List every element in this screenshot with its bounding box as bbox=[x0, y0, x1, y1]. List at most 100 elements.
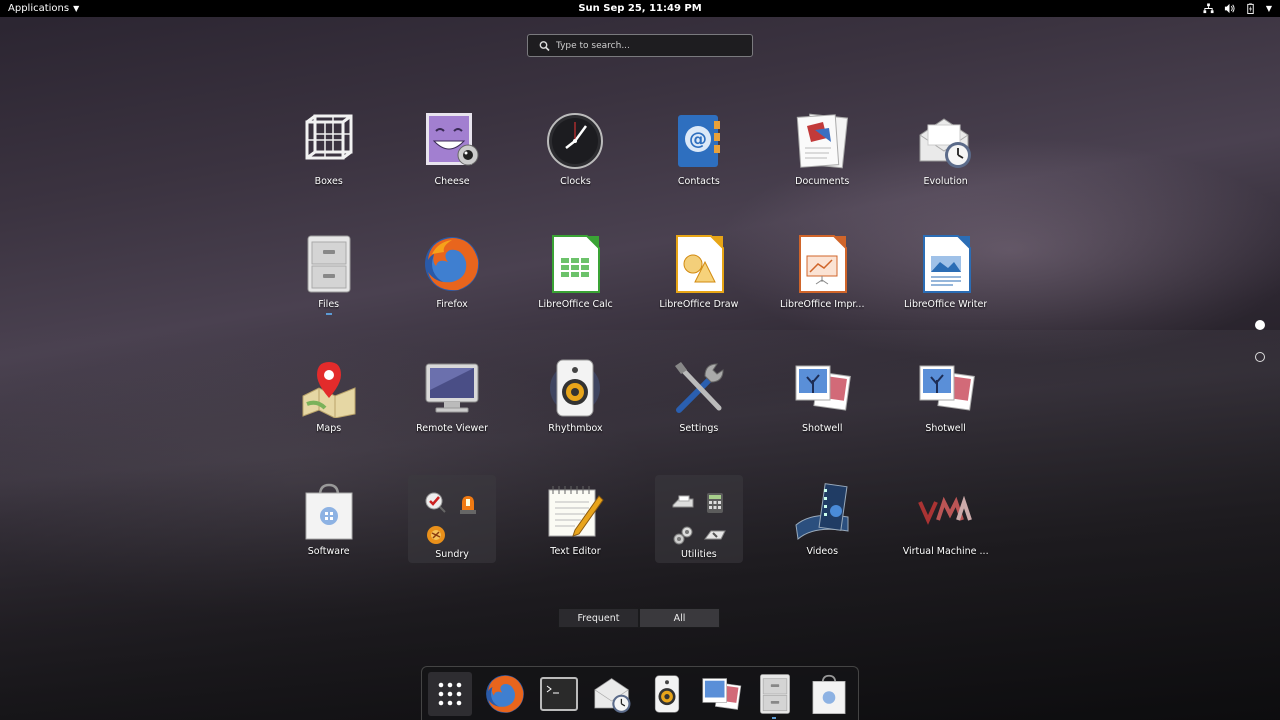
contacts-icon: @ bbox=[677, 115, 720, 167]
dock-rhythmbox[interactable] bbox=[642, 669, 692, 719]
app-software[interactable]: Software bbox=[267, 475, 390, 598]
files-icon bbox=[307, 235, 351, 293]
calculator-icon bbox=[706, 493, 723, 514]
clock[interactable]: Sun Sep 25, 11:49 PM bbox=[0, 0, 1280, 17]
battery-icon bbox=[1247, 3, 1254, 14]
app-label: Shotwell bbox=[802, 422, 843, 434]
videos-icon bbox=[795, 483, 849, 541]
app-folder-utilities[interactable]: Utilities bbox=[637, 475, 760, 598]
app-settings[interactable]: Settings bbox=[637, 352, 760, 475]
app-rhythmbox[interactable]: Rhythmbox bbox=[514, 352, 637, 475]
app-boxes[interactable]: Boxes bbox=[267, 105, 390, 228]
app-label: LibreOffice Writer bbox=[904, 299, 988, 311]
evolution-icon bbox=[919, 118, 971, 168]
documents-icon bbox=[797, 113, 849, 169]
dock-firefox[interactable] bbox=[480, 669, 530, 719]
dock-evolution[interactable] bbox=[588, 669, 638, 719]
app-maps[interactable]: Maps bbox=[267, 352, 390, 475]
volume-icon bbox=[1224, 3, 1235, 14]
software-icon bbox=[812, 674, 846, 714]
page-indicator bbox=[1255, 320, 1265, 362]
app-cheese[interactable]: Cheese bbox=[390, 105, 513, 228]
tasks-icon bbox=[425, 492, 446, 513]
app-label: LibreOffice Impr... bbox=[780, 299, 865, 311]
alarm-icon bbox=[460, 496, 477, 515]
dock-shotwell[interactable] bbox=[696, 669, 746, 719]
show-applications-button[interactable] bbox=[428, 671, 472, 716]
app-videos[interactable]: Videos bbox=[761, 475, 884, 598]
app-label: Sundry bbox=[435, 549, 469, 561]
app-label: Virtual Machine ... bbox=[902, 546, 989, 558]
app-label: LibreOffice Draw bbox=[659, 299, 739, 311]
writer-icon bbox=[922, 235, 971, 294]
app-label: Maps bbox=[316, 422, 342, 434]
app-libreoffice-writer[interactable]: LibreOffice Writer bbox=[884, 228, 1007, 351]
app-libreoffice-calc[interactable]: LibreOffice Calc bbox=[514, 228, 637, 351]
boxes-icon bbox=[305, 114, 353, 160]
shotwell-icon bbox=[702, 677, 742, 710]
app-label: Cheese bbox=[434, 176, 470, 187]
software-icon bbox=[305, 483, 353, 540]
dash-dock bbox=[421, 666, 859, 720]
top-bar: Applications ▼ Sun Sep 25, 11:49 PM ▼ bbox=[0, 0, 1280, 17]
terminal-icon bbox=[540, 676, 578, 711]
app-files[interactable]: Files bbox=[267, 228, 390, 351]
maps-icon bbox=[302, 361, 356, 418]
svg-text:@: @ bbox=[689, 129, 707, 150]
rhythmbox-icon bbox=[654, 674, 680, 713]
app-firefox[interactable]: Firefox bbox=[390, 228, 513, 351]
dock-files[interactable] bbox=[750, 669, 800, 719]
app-label: Evolution bbox=[923, 176, 968, 187]
app-label: Shotwell bbox=[925, 422, 966, 434]
app-libreoffice-draw[interactable]: LibreOffice Draw bbox=[637, 228, 760, 351]
shotwell-icon bbox=[919, 365, 975, 411]
page-dot[interactable] bbox=[1255, 352, 1265, 362]
app-label: Rhythmbox bbox=[548, 422, 603, 434]
bug-icon bbox=[427, 526, 446, 545]
settings-icon bbox=[674, 361, 724, 413]
text-editor-icon bbox=[548, 486, 605, 537]
app-libreoffice-impress[interactable]: LibreOffice Impr... bbox=[761, 228, 884, 351]
app-clocks[interactable]: Clocks bbox=[514, 105, 637, 228]
clocks-icon bbox=[547, 113, 604, 169]
rhythmbox-icon bbox=[550, 359, 601, 417]
search-input[interactable] bbox=[554, 39, 752, 52]
files-icon bbox=[760, 673, 790, 714]
system-tray[interactable]: ▼ bbox=[1203, 0, 1272, 17]
search-box[interactable] bbox=[527, 34, 753, 57]
app-virtual-machine-manager[interactable]: Virtual Machine ... bbox=[884, 475, 1007, 598]
firefox-icon bbox=[486, 674, 524, 713]
app-label: Utilities bbox=[680, 549, 717, 561]
dock-terminal[interactable] bbox=[534, 669, 584, 719]
app-documents[interactable]: Documents bbox=[761, 105, 884, 228]
tab-all[interactable]: All bbox=[639, 608, 720, 628]
app-label: Software bbox=[307, 546, 350, 558]
app-shotwell[interactable]: Shotwell bbox=[884, 352, 1007, 475]
disk-usage-icon bbox=[703, 530, 726, 540]
network-icon bbox=[1203, 3, 1214, 14]
running-indicator bbox=[772, 716, 776, 719]
app-label: Settings bbox=[679, 422, 719, 434]
app-shotwell[interactable]: Shotwell bbox=[761, 352, 884, 475]
app-label: Remote Viewer bbox=[416, 422, 489, 434]
remote-viewer-icon bbox=[425, 363, 479, 413]
app-contacts[interactable]: @ Contacts bbox=[637, 105, 760, 228]
dock-software[interactable] bbox=[804, 669, 854, 719]
app-text-editor[interactable]: Text Editor bbox=[514, 475, 637, 598]
tab-frequent[interactable]: Frequent bbox=[558, 608, 639, 628]
app-label: Text Editor bbox=[550, 546, 601, 558]
scanner-icon bbox=[672, 495, 694, 508]
page-dot-active[interactable] bbox=[1255, 320, 1265, 330]
impress-icon bbox=[799, 235, 848, 294]
draw-icon bbox=[675, 235, 724, 294]
app-grid: Boxes Cheese Clocks @ Contacts Documents… bbox=[267, 105, 1007, 599]
app-label: Boxes bbox=[314, 176, 343, 187]
firefox-icon bbox=[425, 237, 480, 292]
app-evolution[interactable]: Evolution bbox=[884, 105, 1007, 228]
app-remote-viewer[interactable]: Remote Viewer bbox=[390, 352, 513, 475]
virt-manager-icon bbox=[917, 496, 972, 526]
app-folder-sundry[interactable]: Sundry bbox=[390, 475, 513, 598]
system-monitor-icon bbox=[673, 526, 693, 545]
app-label: Contacts bbox=[677, 176, 720, 187]
app-label: Clocks bbox=[560, 176, 591, 187]
